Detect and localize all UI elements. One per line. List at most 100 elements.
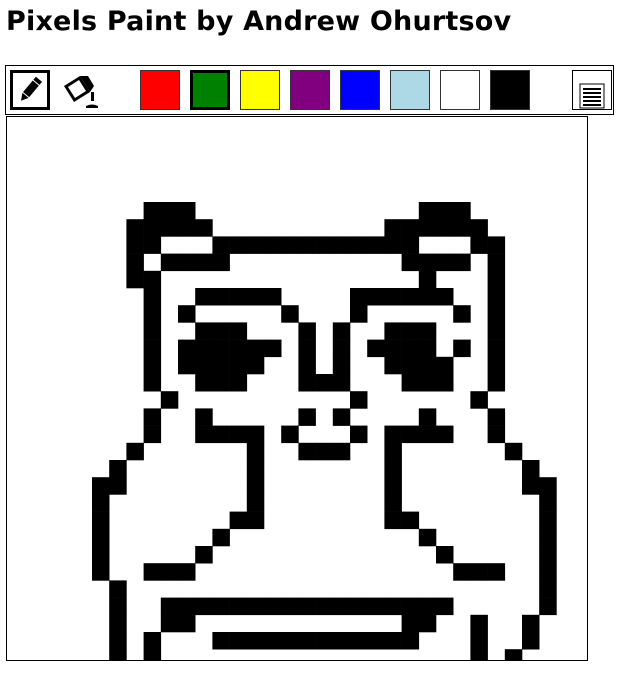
pixel	[487, 322, 506, 340]
pixel	[315, 374, 334, 392]
pixel	[229, 425, 248, 444]
pixel	[384, 511, 402, 530]
pencil-tool-button[interactable]	[10, 70, 50, 110]
pixel	[384, 442, 402, 461]
pixel	[264, 597, 282, 616]
pixel	[229, 632, 248, 650]
pixel	[384, 322, 402, 340]
pixel	[195, 546, 213, 564]
pixel	[401, 425, 420, 444]
pixel	[246, 288, 265, 306]
pixel	[264, 632, 282, 650]
pixel	[418, 339, 437, 358]
pixel	[384, 236, 402, 254]
pixel	[332, 356, 351, 375]
pixel	[401, 219, 420, 237]
pixel	[246, 511, 265, 530]
pixel	[109, 632, 127, 650]
pixel	[522, 614, 540, 633]
pixel	[522, 477, 540, 495]
pixel	[384, 356, 402, 375]
pixel	[178, 339, 196, 358]
pixel	[401, 614, 420, 633]
pixel	[126, 236, 144, 254]
page-title: Pixels Paint by Andrew Ohurtsov	[6, 6, 512, 37]
pixel	[384, 460, 402, 478]
pixel	[92, 528, 110, 547]
pixel	[436, 356, 454, 375]
pixel	[418, 528, 437, 547]
pixel	[126, 270, 144, 289]
pixel	[487, 408, 506, 426]
pixel	[212, 374, 230, 392]
pixel	[350, 632, 368, 650]
color-swatch-green[interactable]	[190, 70, 230, 110]
pixel	[92, 563, 110, 581]
pixel	[453, 305, 471, 323]
pixel	[487, 236, 506, 254]
pixel	[401, 253, 420, 272]
pixel	[212, 236, 230, 254]
pixel	[143, 202, 162, 220]
pixel	[487, 356, 506, 375]
pixel	[384, 632, 402, 650]
pixel	[178, 563, 196, 581]
color-swatch-lightblue[interactable]	[390, 70, 430, 110]
pixel	[212, 425, 230, 444]
pixel	[109, 649, 127, 660]
pixel	[332, 339, 351, 358]
color-swatch-red[interactable]	[140, 70, 180, 110]
pixel	[126, 253, 144, 272]
pixel	[178, 253, 196, 272]
pixel	[504, 442, 523, 461]
pixel	[401, 288, 420, 306]
color-swatch-purple[interactable]	[290, 70, 330, 110]
pixel	[212, 288, 230, 306]
pixel	[487, 339, 506, 358]
menu-button[interactable]	[572, 70, 612, 110]
pixel	[453, 202, 471, 220]
pixel	[160, 202, 179, 220]
fill-tool-button[interactable]	[60, 70, 100, 110]
pixel	[350, 425, 368, 444]
pixel	[350, 236, 368, 254]
pixel	[195, 322, 213, 340]
color-swatch-white[interactable]	[440, 70, 480, 110]
pixel	[212, 253, 230, 272]
pixel	[246, 597, 265, 616]
pixel	[229, 374, 248, 392]
pixel	[401, 356, 420, 375]
pixel	[229, 322, 248, 340]
pixel	[418, 322, 437, 340]
pixel	[470, 614, 488, 633]
pixel	[92, 494, 110, 512]
color-swatch-blue[interactable]	[340, 70, 380, 110]
pixel	[453, 563, 471, 581]
pixel	[229, 288, 248, 306]
color-swatch-yellow[interactable]	[240, 70, 280, 110]
pixel	[332, 322, 351, 340]
pixel	[160, 391, 179, 409]
pixel	[436, 202, 454, 220]
pixel	[143, 356, 162, 375]
color-swatch-black[interactable]	[490, 70, 530, 110]
pixel	[418, 288, 437, 306]
drawing-canvas[interactable]	[6, 116, 588, 661]
pixel	[418, 408, 437, 426]
pixel	[436, 219, 454, 237]
pixel	[143, 305, 162, 323]
pixel	[470, 391, 488, 409]
pixel	[418, 614, 437, 633]
pixel	[298, 339, 316, 358]
pixel	[160, 614, 179, 633]
pixel	[281, 632, 299, 650]
pixel	[246, 632, 265, 650]
pixel	[418, 374, 437, 392]
pixel	[264, 236, 282, 254]
pixel	[487, 563, 506, 581]
pixel	[418, 219, 437, 237]
pixel	[350, 288, 368, 306]
pixel	[281, 305, 299, 323]
pixel	[246, 236, 265, 254]
pixel	[126, 442, 144, 461]
